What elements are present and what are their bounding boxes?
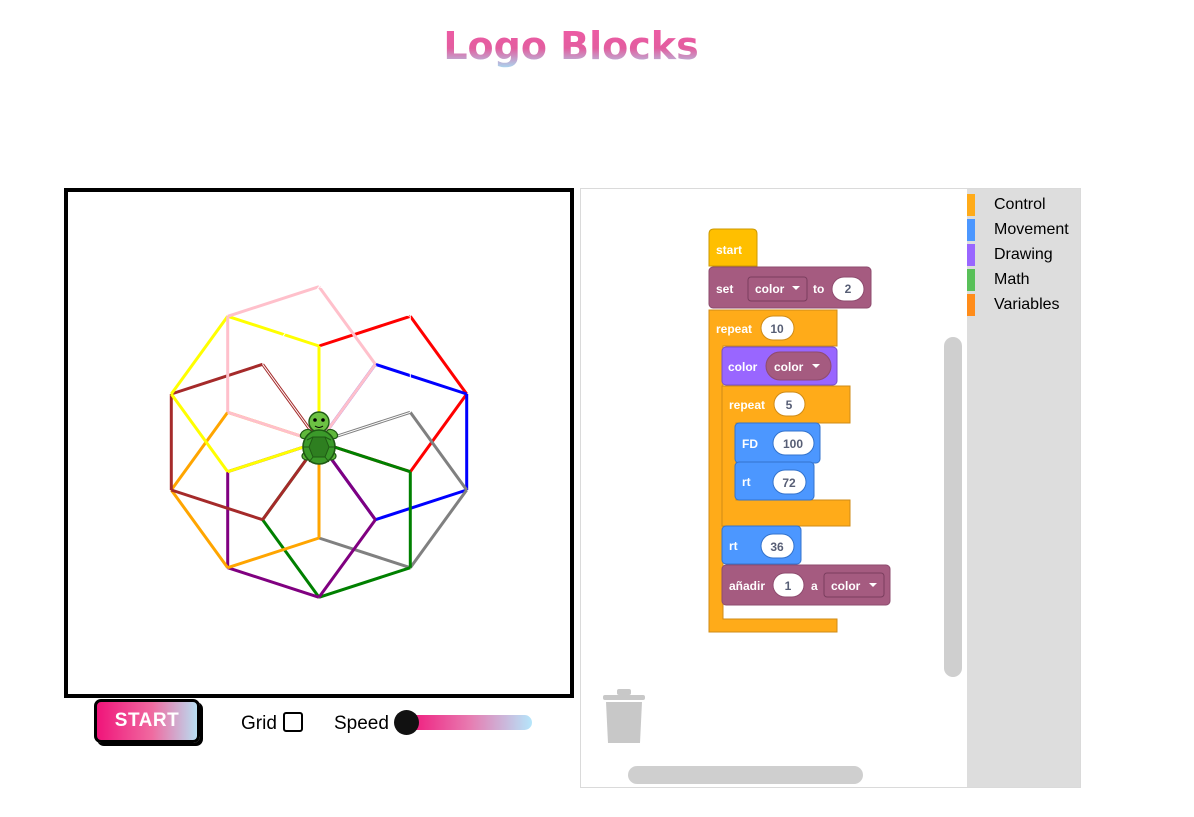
repeat-outer-count: 10 xyxy=(770,322,784,336)
drawn-line xyxy=(318,566,411,599)
toolbox-category-drawing[interactable]: Drawing xyxy=(967,244,1080,266)
category-swatch xyxy=(967,194,975,216)
repeat-inner-keyword: repeat xyxy=(729,398,765,412)
set-block[interactable]: set color to 2 xyxy=(708,266,872,309)
category-label: Variables xyxy=(994,296,1060,313)
drawn-line xyxy=(170,315,229,395)
workspace-horizontal-scrollbar[interactable] xyxy=(628,766,863,784)
add-a-label: a xyxy=(811,579,818,593)
right-turn-keyword: rt xyxy=(742,475,751,489)
start-block-label: start xyxy=(716,243,742,257)
category-label: Movement xyxy=(994,221,1069,238)
turtle-drawing xyxy=(169,285,469,599)
drawn-line xyxy=(170,393,229,473)
drawn-line xyxy=(318,536,411,570)
drawn-line xyxy=(318,314,411,348)
set-value-text: 2 xyxy=(845,282,852,296)
toolbox-category-movement[interactable]: Movement xyxy=(967,219,1080,241)
speed-slider[interactable] xyxy=(406,715,532,730)
toolbox-category-math[interactable]: Math xyxy=(967,269,1080,291)
trash-icon[interactable] xyxy=(603,689,647,750)
forward-keyword: FD xyxy=(742,437,758,451)
drawing-canvas xyxy=(64,188,574,698)
drawn-line xyxy=(227,536,320,570)
category-swatch xyxy=(967,294,975,316)
right-turn-block[interactable]: rt 72 xyxy=(734,461,815,501)
drawn-line xyxy=(170,411,229,491)
set-to-label: to xyxy=(813,282,824,296)
blocks-workspace[interactable]: start set color to 2 repeat 10 color col… xyxy=(580,188,1081,788)
turtle-icon xyxy=(299,411,339,465)
toolbox-category-variables[interactable]: Variables xyxy=(967,294,1080,316)
forward-block[interactable]: FD 100 xyxy=(734,422,821,464)
add-value: 1 xyxy=(785,579,792,593)
drawn-line xyxy=(374,488,468,522)
right-turn-outer-value: 36 xyxy=(770,540,784,554)
color-block[interactable]: color color xyxy=(721,346,838,386)
toolbox-category-control[interactable]: Control xyxy=(967,194,1080,216)
drawn-line xyxy=(170,489,229,569)
drawn-line xyxy=(227,314,320,348)
color-variable-label: color xyxy=(774,360,804,374)
right-turn-block-outer[interactable]: rt 36 xyxy=(721,525,802,565)
speed-label: Speed xyxy=(334,713,389,734)
repeat-outer-keyword: repeat xyxy=(716,322,752,336)
drawn-line xyxy=(409,315,468,395)
repeat-inner-count: 5 xyxy=(786,398,793,412)
drawn-line xyxy=(409,411,468,491)
category-swatch xyxy=(967,269,975,291)
forward-value: 100 xyxy=(783,437,803,451)
drawn-line xyxy=(227,285,320,318)
category-label: Math xyxy=(994,271,1030,288)
add-keyword: añadir xyxy=(729,579,765,593)
control-bar: START Grid Speed xyxy=(94,699,554,749)
add-to-variable-block[interactable]: añadir 1 a color xyxy=(721,564,891,606)
drawn-line xyxy=(317,518,377,599)
right-turn-value: 72 xyxy=(782,476,796,490)
toolbox: Control Movement Drawing Math Variables xyxy=(967,189,1080,787)
drawn-line xyxy=(409,393,468,473)
color-block-keyword: color xyxy=(728,360,758,374)
right-turn-outer-keyword: rt xyxy=(729,539,738,553)
drawn-line xyxy=(409,489,468,569)
grid-label: Grid xyxy=(241,713,277,734)
add-variable-label: color xyxy=(831,579,861,593)
drawn-line xyxy=(170,488,264,522)
category-swatch xyxy=(967,244,975,266)
drawn-line xyxy=(374,362,468,396)
category-swatch xyxy=(967,219,975,241)
start-button[interactable]: START xyxy=(94,699,200,743)
drawn-line xyxy=(318,286,411,317)
set-keyword: set xyxy=(716,282,733,296)
drawn-line xyxy=(262,286,320,365)
drawn-line xyxy=(227,566,320,599)
drawn-line xyxy=(261,518,321,599)
grid-checkbox[interactable] xyxy=(283,712,303,732)
set-variable-label: color xyxy=(755,282,785,296)
page-title: Logo Blocks xyxy=(0,24,1142,68)
speed-slider-thumb[interactable] xyxy=(394,710,419,735)
start-block[interactable]: start xyxy=(708,228,758,267)
category-label: Drawing xyxy=(994,246,1053,263)
drawn-line xyxy=(170,362,264,396)
workspace-vertical-scrollbar[interactable] xyxy=(944,337,962,677)
drawn-line xyxy=(317,285,377,366)
category-label: Control xyxy=(994,196,1046,213)
